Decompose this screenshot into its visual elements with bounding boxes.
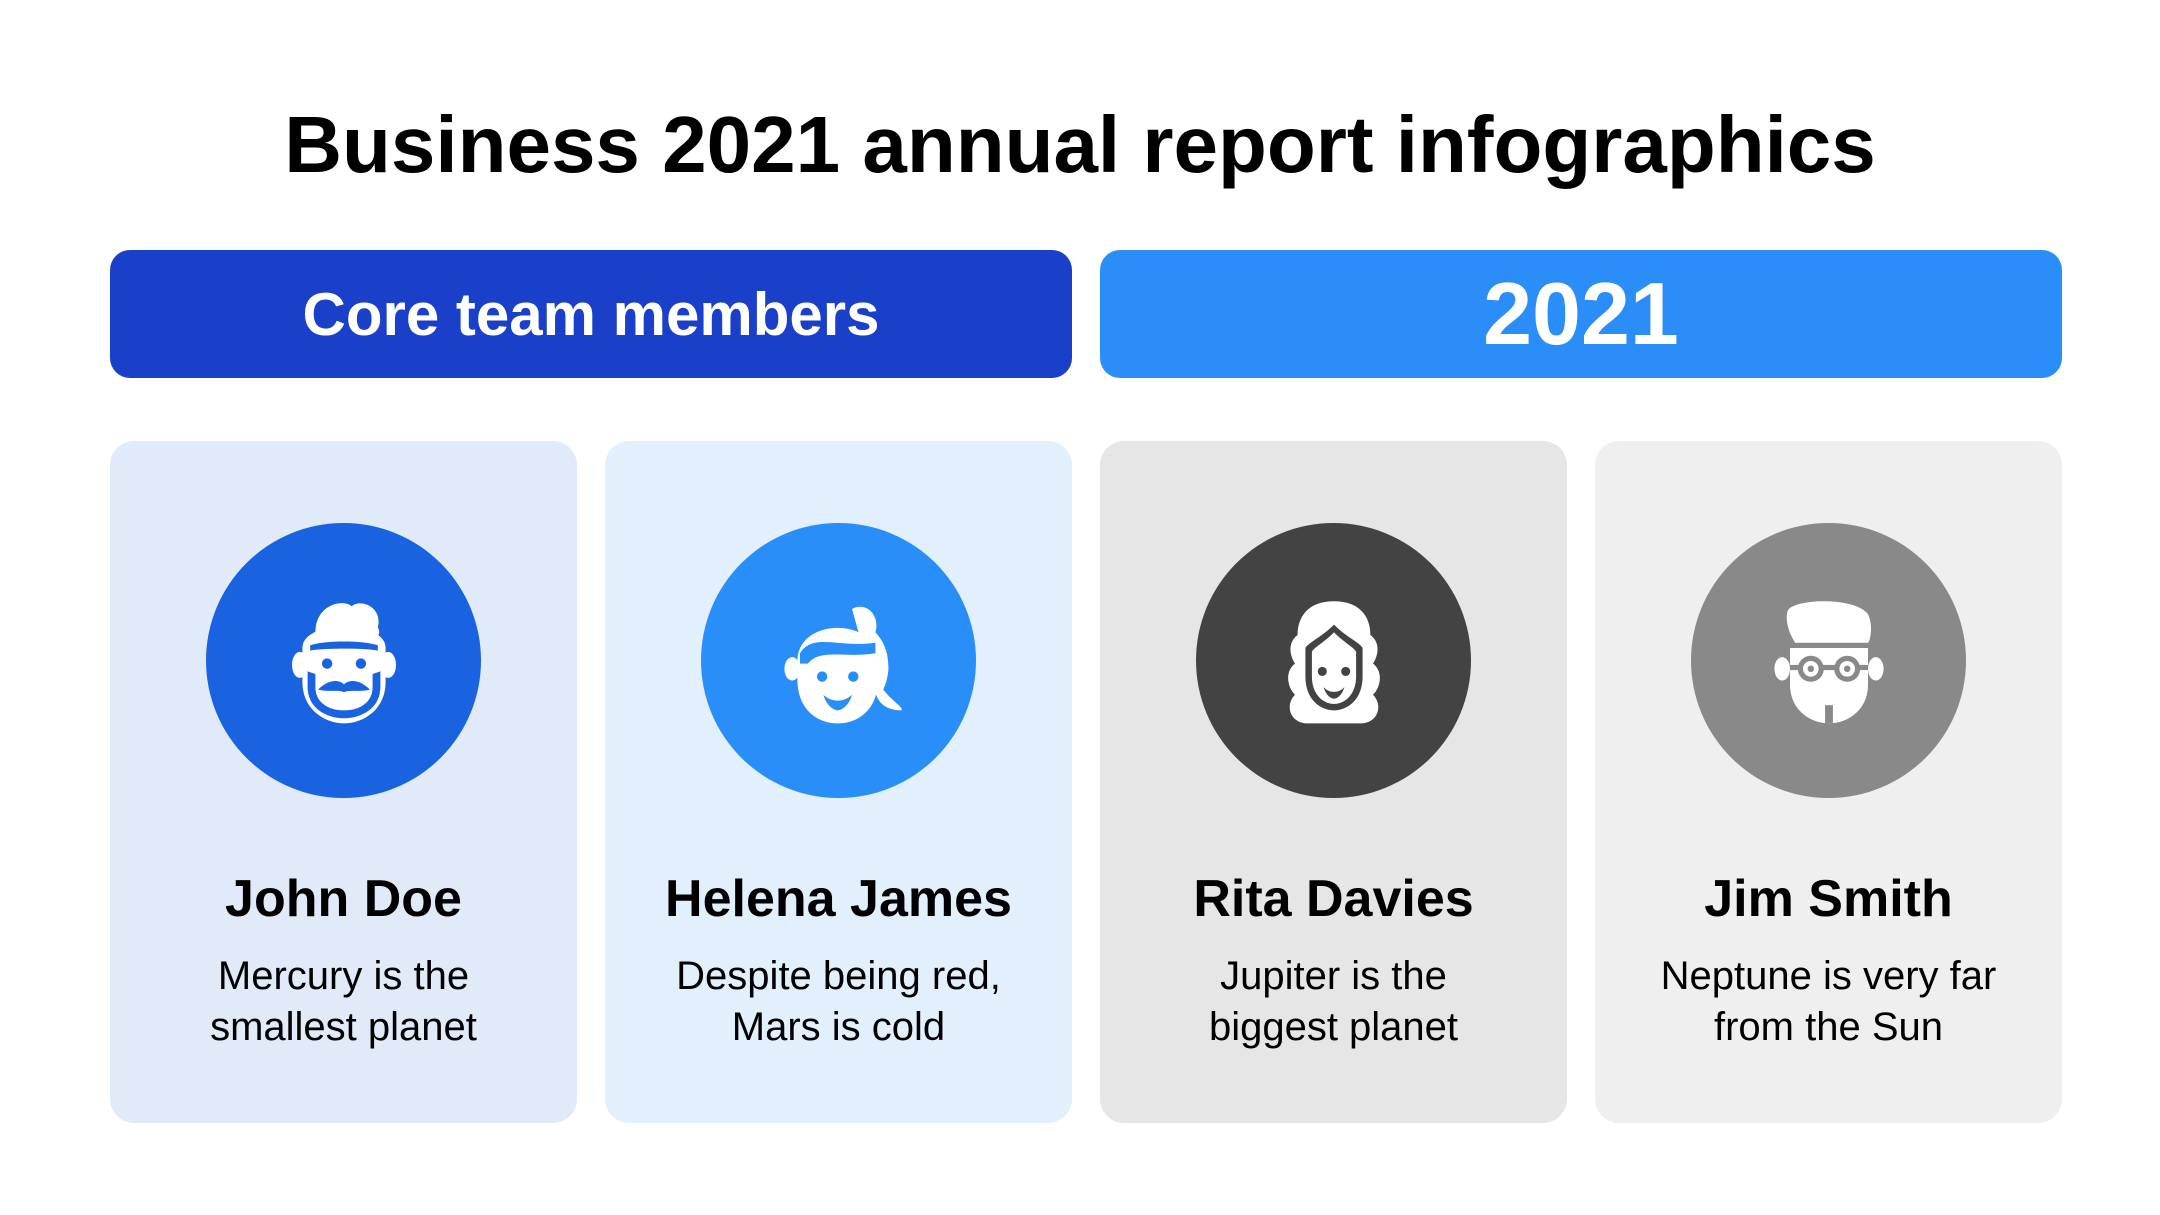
core-team-banner: Core team members — [110, 250, 1072, 378]
member-name: Helena James — [665, 870, 1012, 928]
member-description: Mercury is the smallest planet — [130, 951, 557, 1053]
year-banner-label: 2021 — [1483, 264, 1679, 363]
member-card-john-doe: John Doe Mercury is the smallest planet — [110, 441, 577, 1123]
member-name: John Doe — [225, 870, 462, 928]
member-description-line: Mercury is the — [217, 954, 470, 998]
member-name: Rita Davies — [1193, 870, 1474, 928]
member-description-line: from the Sun — [1713, 1005, 1943, 1049]
bearded-man-icon — [291, 602, 396, 723]
member-description-line: smallest planet — [210, 1005, 477, 1049]
man-with-glasses-icon — [1773, 600, 1884, 723]
member-description-line: Neptune is very far — [1660, 954, 1997, 998]
year-banner: 2021 — [1100, 250, 2062, 378]
member-name: Jim Smith — [1704, 870, 1953, 928]
avatar — [701, 523, 976, 798]
member-description-line: biggest planet — [1208, 1005, 1459, 1049]
member-description: Despite being red, Mars is cold — [625, 951, 1052, 1053]
avatar — [206, 523, 481, 798]
page-title: Business 2021 annual report infographics — [284, 100, 1876, 189]
member-description-line: Despite being red, — [676, 954, 1001, 998]
member-description-line: Jupiter is the — [1220, 954, 1447, 998]
curly-hair-woman-icon — [1287, 600, 1380, 723]
ponytail-woman-icon — [783, 606, 902, 723]
avatar — [1196, 523, 1471, 798]
member-description-line: Mars is cold — [731, 1005, 946, 1049]
core-team-banner-label: Core team members — [302, 280, 880, 348]
member-card-rita-davies: Rita Davies Jupiter is the biggest plane… — [1100, 441, 1567, 1123]
avatar — [1691, 523, 1966, 798]
member-description: Jupiter is the biggest planet — [1120, 951, 1547, 1053]
member-description: Neptune is very far from the Sun — [1615, 951, 2042, 1053]
member-card-helena-james: Helena James Despite being red, Mars is … — [605, 441, 1072, 1123]
member-card-jim-smith: Jim Smith Neptune is very far from the S… — [1595, 441, 2062, 1123]
